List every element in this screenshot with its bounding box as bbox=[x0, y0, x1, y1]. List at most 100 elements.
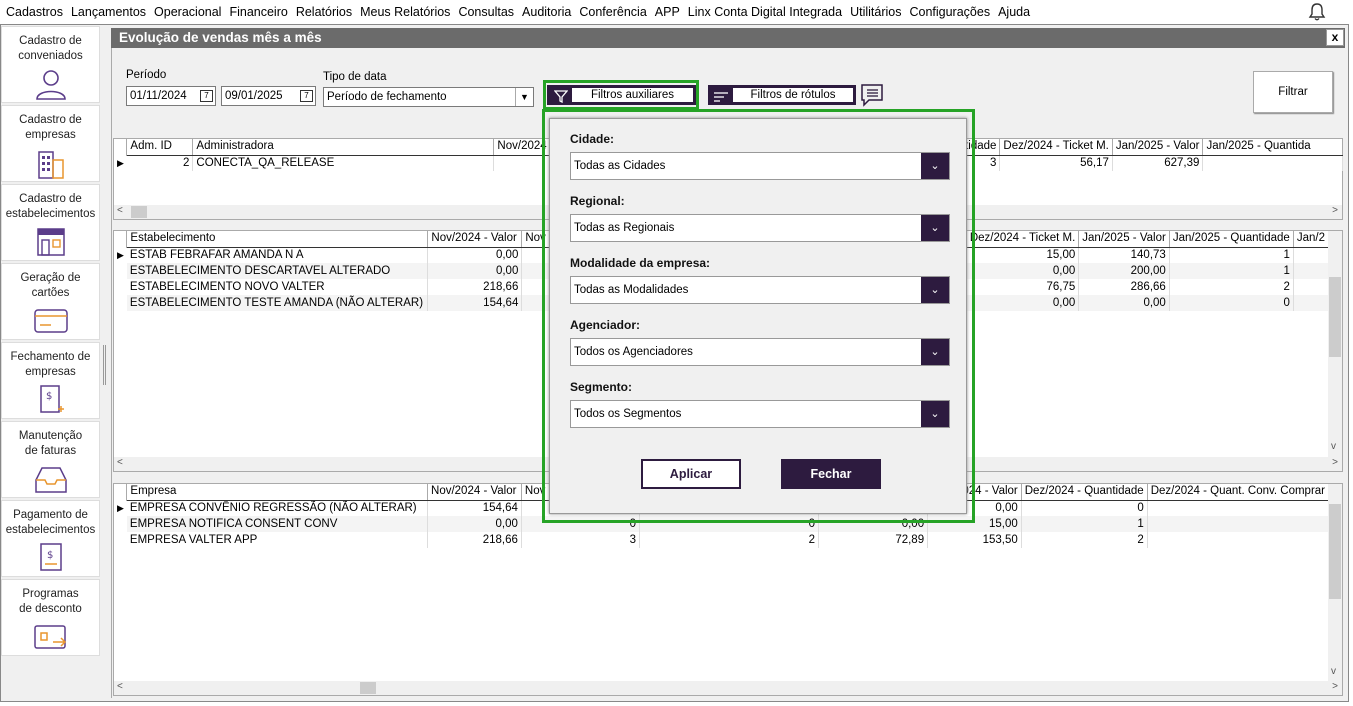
vertical-scrollbar[interactable]: v bbox=[1328, 484, 1342, 681]
sidebar-item-empresas[interactable]: Cadastro de empresas bbox=[1, 105, 100, 182]
col-jan-valor[interactable]: Jan/2025 - Valor bbox=[1112, 139, 1204, 156]
invoice-close-icon: $ bbox=[39, 385, 64, 413]
menu-lancamentos[interactable]: Lançamentos bbox=[71, 5, 146, 19]
sidebar-item-cartoes[interactable]: Geração de cartões bbox=[1, 263, 100, 340]
col-dez-ticket[interactable]: Dez/2024 - Ticket M. bbox=[999, 139, 1113, 156]
funnel-icon bbox=[554, 90, 568, 103]
chevron-down-icon: ⌄ bbox=[921, 215, 949, 241]
cidade-label: Cidade: bbox=[570, 132, 615, 146]
inbox-icon bbox=[34, 467, 67, 493]
user-icon bbox=[35, 70, 66, 100]
menu-financeiro[interactable]: Financeiro bbox=[229, 5, 287, 19]
col-jan-quantidade[interactable]: Jan/2025 - Quantida bbox=[1202, 139, 1343, 156]
menu-consultas[interactable]: Consultas bbox=[458, 5, 514, 19]
svg-text:$: $ bbox=[47, 550, 53, 561]
regional-select[interactable]: Todas as Regionais ⌄ bbox=[570, 214, 950, 242]
agenciador-select[interactable]: Todos os Agenciadores ⌄ bbox=[570, 338, 950, 366]
sidebar-item-label: Cadastro de estabelecimentos bbox=[5, 193, 96, 220]
col-dez-quantidade[interactable]: Dez/2024 - Quantidade bbox=[1021, 484, 1148, 501]
segmento-label: Segmento: bbox=[570, 380, 633, 394]
filtros-auxiliares-label: Filtros auxiliares bbox=[572, 88, 693, 102]
cidade-value: Todas as Cidades bbox=[574, 160, 666, 172]
agenciador-label: Agenciador: bbox=[570, 318, 641, 332]
building-icon bbox=[37, 151, 64, 179]
col-estabelecimento[interactable]: Estabelecimento bbox=[126, 231, 429, 248]
bell-icon[interactable] bbox=[1307, 2, 1327, 22]
sidebar-item-label: Pagamento de estabelecimentos bbox=[5, 509, 96, 536]
sidebar-item-fechamento[interactable]: Fechamento de empresas $ bbox=[1, 342, 100, 419]
horizontal-scrollbar[interactable]: < > bbox=[114, 681, 1342, 695]
chevron-down-icon: ⌄ bbox=[921, 339, 949, 365]
menu-meus-relatorios[interactable]: Meus Relatórios bbox=[360, 5, 450, 19]
segmento-value: Todos os Segmentos bbox=[574, 408, 682, 420]
col-jan-quantidade[interactable]: Jan/2025 - Quantidade bbox=[1169, 231, 1294, 248]
sidebar-item-estabelecimentos[interactable]: Cadastro de estabelecimentos bbox=[1, 184, 100, 261]
filtros-auxiliares-button[interactable]: Filtros auxiliares bbox=[547, 85, 696, 105]
menu-operacional[interactable]: Operacional bbox=[154, 5, 221, 19]
regional-value: Todas as Regionais bbox=[574, 222, 675, 234]
list-comment-icon[interactable] bbox=[860, 83, 884, 107]
discount-icon bbox=[33, 625, 66, 649]
tipo-data-value: Período de fechamento bbox=[327, 91, 447, 103]
calendar-icon[interactable]: 7 bbox=[300, 90, 313, 102]
menu-auditoria[interactable]: Auditoria bbox=[522, 5, 571, 19]
sidebar-item-faturas[interactable]: Manutenção de faturas bbox=[1, 421, 100, 498]
sidebar-item-label: Cadastro de conveniados bbox=[18, 35, 83, 62]
filtrar-button[interactable]: Filtrar bbox=[1253, 71, 1333, 113]
col-nov-valor[interactable]: Nov/2024 - Valor bbox=[427, 231, 523, 248]
col-nov-valor[interactable]: Nov/2024 - Valor bbox=[427, 484, 522, 501]
col-dez-ticket[interactable]: Dez/2024 - Ticket M. bbox=[966, 231, 1080, 248]
sidebar-item-label: Manutenção de faturas bbox=[18, 430, 83, 457]
fechar-button[interactable]: Fechar bbox=[781, 459, 881, 489]
vertical-scrollbar[interactable]: v bbox=[1328, 231, 1342, 457]
table-row[interactable]: EMPRESA VALTER APP 218,66 3 2 72,89 153,… bbox=[114, 532, 1330, 548]
menu-app[interactable]: APP bbox=[655, 5, 680, 19]
sort-lines-icon bbox=[714, 92, 728, 102]
modalidade-label: Modalidade da empresa: bbox=[570, 256, 711, 270]
col-adm-id[interactable]: Adm. ID bbox=[126, 139, 194, 156]
calendar-icon[interactable]: 7 bbox=[200, 90, 213, 102]
regional-label: Regional: bbox=[570, 194, 625, 208]
chevron-down-icon: ⌄ bbox=[921, 401, 949, 427]
menu-configuracoes[interactable]: Configurações bbox=[909, 5, 990, 19]
sidebar-item-label: Cadastro de empresas bbox=[19, 114, 82, 141]
periodo-label: Período bbox=[126, 69, 167, 81]
menu-bar: Cadastros Lançamentos Operacional Financ… bbox=[0, 0, 1353, 24]
menu-relatorios[interactable]: Relatórios bbox=[296, 5, 352, 19]
sidebar-item-conveniados[interactable]: Cadastro de conveniados bbox=[1, 26, 100, 103]
col-administradora[interactable]: Administradora bbox=[192, 139, 495, 156]
menu-utilitarios[interactable]: Utilitários bbox=[850, 5, 901, 19]
col-jan-valor[interactable]: Jan/2025 - Valor bbox=[1078, 231, 1170, 248]
store-icon bbox=[36, 228, 65, 256]
col-jan[interactable]: Jan/2 bbox=[1293, 231, 1330, 248]
svg-text:$: $ bbox=[46, 391, 52, 402]
date-from-value: 01/11/2024 bbox=[130, 90, 187, 102]
chevron-down-icon: ⌄ bbox=[921, 153, 949, 179]
sidebar: Cadastro de conveniados Cadastro de empr… bbox=[1, 26, 101, 698]
menu-ajuda[interactable]: Ajuda bbox=[998, 5, 1030, 19]
window-close-button[interactable]: x bbox=[1326, 29, 1344, 46]
agenciador-value: Todos os Agenciadores bbox=[574, 346, 693, 358]
filtros-rotulos-label: Filtros de rótulos bbox=[733, 88, 853, 102]
segmento-select[interactable]: Todos os Segmentos ⌄ bbox=[570, 400, 950, 428]
date-from-input[interactable]: 01/11/2024 7 bbox=[126, 86, 216, 106]
tipo-data-select[interactable]: Período de fechamento ▼ bbox=[323, 87, 534, 107]
cidade-select[interactable]: Todas as Cidades ⌄ bbox=[570, 152, 950, 180]
sidebar-item-label: Geração de cartões bbox=[20, 272, 81, 299]
menu-linx-conta-digital[interactable]: Linx Conta Digital Integrada bbox=[688, 5, 842, 19]
menu-cadastros[interactable]: Cadastros bbox=[6, 5, 63, 19]
filtros-rotulos-button[interactable]: Filtros de rótulos bbox=[708, 85, 856, 105]
filtros-auxiliares-popup: Cidade: Todas as Cidades ⌄ Regional: Tod… bbox=[549, 118, 967, 514]
splitter-handle[interactable] bbox=[103, 345, 106, 385]
col-empresa[interactable]: Empresa bbox=[126, 484, 429, 501]
card-icon bbox=[33, 309, 68, 333]
sidebar-item-pagamento[interactable]: Pagamento de estabelecimentos $ bbox=[1, 500, 100, 577]
sidebar-item-programas-desconto[interactable]: Programas de desconto bbox=[1, 579, 100, 656]
modalidade-select[interactable]: Todas as Modalidades ⌄ bbox=[570, 276, 950, 304]
date-to-value: 09/01/2025 bbox=[225, 90, 283, 102]
menu-conferencia[interactable]: Conferência bbox=[579, 5, 646, 19]
col-dez-quant-conv[interactable]: Dez/2024 - Quant. Conv. Comprar bbox=[1147, 484, 1330, 501]
aplicar-button[interactable]: Aplicar bbox=[641, 459, 741, 489]
chevron-down-icon: ⌄ bbox=[921, 277, 949, 303]
date-to-input[interactable]: 09/01/2025 7 bbox=[221, 86, 316, 106]
